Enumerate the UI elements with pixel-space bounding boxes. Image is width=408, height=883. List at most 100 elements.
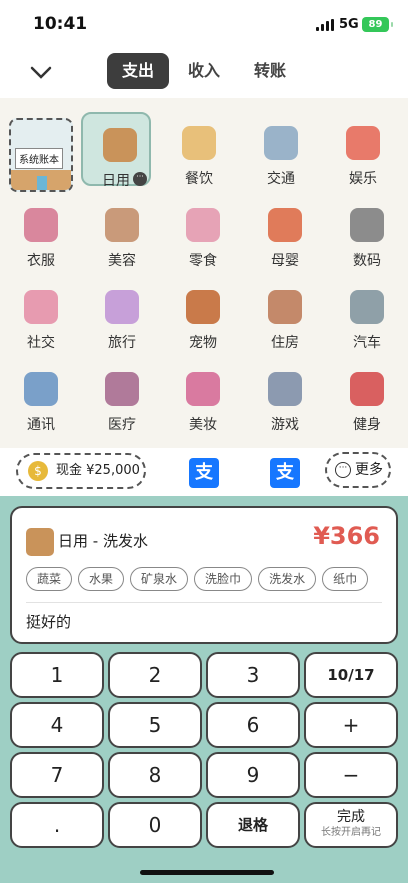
pet-icon [186,290,220,324]
battery-icon: 89 [362,17,393,32]
alipay-icon[interactable]: 支 [189,458,219,488]
category-5[interactable]: 衣服 [4,194,74,269]
medical-icon [105,372,139,406]
category-7[interactable]: 零食 [166,194,236,269]
category-19[interactable]: 健身 [330,358,400,433]
tag-chip[interactable]: 矿泉水 [130,567,189,591]
category-label: 衣服 [27,253,55,269]
more-accounts-button[interactable]: ··· 更多 [325,452,391,488]
category-label: 健身 [353,417,381,433]
backspace-button[interactable]: 退格 [206,802,300,848]
mail-icon [24,372,58,406]
note-field[interactable]: 挺好的 [26,611,71,632]
tag-chip[interactable]: 水果 [78,567,125,591]
category-15[interactable]: 通讯 [4,358,74,433]
key-9[interactable]: 9 [206,752,300,798]
key-1[interactable]: 1 [10,652,104,698]
key-2[interactable]: 2 [108,652,202,698]
category-label: 餐饮 [185,171,213,187]
chevron-down-icon[interactable] [26,58,56,88]
category-label: 数码 [353,253,381,269]
account-book-label: 系统账本 [15,148,63,169]
category-12[interactable]: 宠物 [166,276,236,351]
plus-button[interactable]: + [304,702,398,748]
category-11[interactable]: 旅行 [85,276,155,351]
key-7[interactable]: 7 [10,752,104,798]
category-18[interactable]: 游戏 [248,358,318,433]
category-16[interactable]: 医疗 [85,358,155,433]
key-dot[interactable]: . [10,802,104,848]
category-label: 日用 [102,173,130,189]
category-13[interactable]: 住房 [248,276,318,351]
category-10[interactable]: 社交 [4,276,74,351]
category-4[interactable]: 娱乐 [326,112,396,187]
key-6[interactable]: 6 [206,702,300,748]
cash-account-label: 现金 ¥25,000 [56,463,140,478]
date-button[interactable]: 10/17 [304,652,398,698]
done-label: 完成 [337,809,365,825]
category-label: 汽车 [353,335,381,351]
key-8[interactable]: 8 [108,752,202,798]
category-label: 美妆 [189,417,217,433]
alipay-icon[interactable]: 支 [270,458,300,488]
tab-transfer[interactable]: 转账 [240,53,300,89]
ball-icon [346,126,380,160]
divider [26,602,382,603]
category-8[interactable]: 母婴 [248,194,318,269]
category-label: 美容 [108,253,136,269]
category-label: 旅行 [108,335,136,351]
category-9[interactable]: 数码 [330,194,400,269]
baby-icon [268,208,302,242]
fitness-icon [350,372,384,406]
home-indicator [140,870,274,875]
category-6[interactable]: 美容 [85,194,155,269]
status-bar: 10:41 5G 89 [0,0,408,50]
more-label: 更多 [355,462,383,478]
cash-account-button[interactable]: $ 现金 ¥25,000 [16,453,146,489]
entry-amount: ¥366 [313,522,380,550]
category-3[interactable]: 交通 [244,112,314,187]
key-0[interactable]: 0 [108,802,202,848]
food-icon [182,126,216,160]
tag-chip[interactable]: 纸巾 [322,567,369,591]
money-bag-icon: $ [28,461,48,481]
category-label: 医疗 [108,417,136,433]
balloon-icon [105,290,139,324]
network-label: 5G [339,17,359,32]
category-label: 零食 [189,253,217,269]
tag-chip[interactable]: 洗脸巾 [194,567,253,591]
tag-chip[interactable]: 洗发水 [258,567,317,591]
plane-icon [264,126,298,160]
game-icon [268,372,302,406]
category-2[interactable]: 餐饮 [162,112,232,187]
header: 支出 收入 转账 [0,50,408,98]
category-17[interactable]: 美妆 [166,358,236,433]
key-4[interactable]: 4 [10,702,104,748]
daily-icon [103,128,137,162]
clothes-icon [24,208,58,242]
tab-income[interactable]: 收入 [176,53,232,89]
category-label: 宠物 [189,335,217,351]
done-button[interactable]: 完成 长按开启再记 [304,802,398,848]
account-bar: $ 现金 ¥25,000 支 支 ··· 更多 [0,448,408,496]
house-icon [268,290,302,324]
category-label: 住房 [271,335,299,351]
done-hint: 长按开启再记 [321,827,381,838]
beauty-icon [105,208,139,242]
category-14[interactable]: 汽车 [330,276,400,351]
makeup-icon [186,372,220,406]
key-5[interactable]: 5 [108,702,202,748]
category-label: 母婴 [271,253,299,269]
key-3[interactable]: 3 [206,652,300,698]
tab-expense[interactable]: 支出 [107,53,169,89]
camera-icon [350,208,384,242]
tag-list: 蔬菜 水果 矿泉水 洗脸巾 洗发水 纸巾 [26,567,382,593]
car-icon [350,290,384,324]
minus-button[interactable]: − [304,752,398,798]
shop-door [37,176,47,190]
tag-chip[interactable]: 蔬菜 [26,567,73,591]
entry-title: 日用 - 洗发水 [58,532,148,550]
category-1[interactable]: ··· 日用 [81,112,151,189]
category-label: 社交 [27,335,55,351]
account-book-selector[interactable]: 系统账本 [9,118,73,192]
